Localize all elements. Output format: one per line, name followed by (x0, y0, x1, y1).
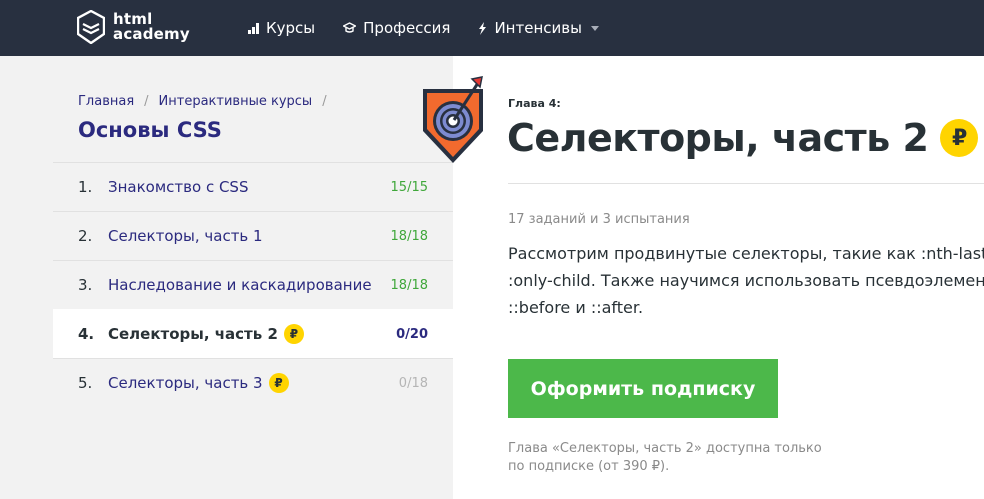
chapter-progress: 18/18 (390, 228, 428, 244)
chapter-title: Селекторы, часть 3 ₽ (108, 373, 289, 393)
nav-item-intensives[interactable]: Интенсивы (478, 19, 599, 37)
lightning-icon (479, 21, 487, 35)
chapter-item-1[interactable]: 1. Знакомство с CSS 15/15 (53, 162, 453, 211)
note-line: по подписке (от 390 ₽). (508, 459, 670, 474)
chapter-progress: 15/15 (390, 179, 428, 195)
graduation-cap-icon (343, 22, 357, 33)
chapter-heading: Селекторы, часть 2 ₽ (507, 116, 979, 160)
chapter-title-text: Селекторы, часть 2 (108, 325, 278, 343)
paid-ruble-icon: ₽ (268, 373, 289, 393)
tasks-count-info: 17 заданий и 3 испытания (508, 212, 690, 227)
chapter-label: Глава 4: (508, 97, 561, 110)
nav-item-courses[interactable]: Курсы (248, 19, 315, 37)
chapter-title: Селекторы, часть 2 ₽ (108, 324, 304, 344)
chapter-title: Селекторы, часть 1 (108, 227, 263, 245)
nav-item-profession[interactable]: Профессия (343, 19, 450, 37)
nav-item-profession-label: Профессия (363, 19, 451, 37)
target-arrow-badge-icon (423, 76, 483, 163)
chapter-title-text: Наследование и каскадирование (108, 276, 372, 294)
description-line: :only-child. Также научимся использовать… (508, 271, 984, 290)
breadcrumb-interactive-courses-link[interactable]: Интерактивные курсы (159, 94, 313, 109)
breadcrumb-home-link[interactable]: Главная (78, 94, 134, 109)
chapter-number: 3. (78, 276, 93, 294)
chapter-title-text: Селекторы, часть 3 (108, 374, 263, 392)
chapter-progress: 18/18 (390, 277, 428, 293)
chapter-number: 1. (78, 178, 93, 196)
logo-text: html academy (113, 12, 190, 42)
subscribe-button[interactable]: Оформить подписку (508, 359, 778, 418)
description-line: Рассмотрим продвинутые селекторы, такие … (508, 244, 984, 263)
divider (508, 183, 984, 184)
top-navigation-bar: html academy Курсы Профессия Интенсивы (0, 0, 984, 56)
main-nav: Курсы Профессия Интенсивы (248, 0, 627, 56)
chapter-list: 1. Знакомство с CSS 15/15 2. Селекторы, … (53, 162, 453, 407)
subscription-note: Глава «Селекторы, часть 2» доступна толь… (508, 440, 828, 476)
chapter-item-4-active[interactable]: 4. Селекторы, часть 2 ₽ 0/20 (53, 309, 453, 358)
course-title[interactable]: Основы CSS (78, 118, 222, 142)
chapter-number: 4. (78, 325, 95, 343)
logo-icon (77, 10, 105, 44)
chapter-heading-text: Селекторы, часть 2 (507, 116, 929, 160)
note-line: Глава «Селекторы, часть 2» доступна толь… (508, 441, 822, 456)
chapter-item-3[interactable]: 3. Наследование и каскадирование 18/18 (53, 260, 453, 309)
html-academy-logo[interactable]: html academy (77, 10, 190, 44)
chapter-progress: 0/18 (398, 375, 428, 391)
breadcrumb-separator: / (144, 94, 149, 109)
paid-ruble-icon: ₽ (940, 119, 979, 157)
description-line: ::before и ::after. (508, 298, 644, 317)
chapter-title: Наследование и каскадирование (108, 276, 372, 294)
chapter-progress: 0/20 (396, 326, 428, 342)
course-sidebar: Главная / Интерактивные курсы / Основы C… (0, 56, 453, 499)
chapter-title-text: Селекторы, часть 1 (108, 227, 263, 245)
chapter-number: 2. (78, 227, 93, 245)
nav-item-courses-label: Курсы (266, 19, 316, 37)
chapter-item-2[interactable]: 2. Селекторы, часть 1 18/18 (53, 211, 453, 260)
logo-line-2: academy (113, 25, 190, 43)
chapter-title-text: Знакомство с CSS (108, 178, 249, 196)
chapter-item-5[interactable]: 5. Селекторы, часть 3 ₽ 0/18 (53, 358, 453, 407)
chevron-down-icon (590, 25, 599, 31)
breadcrumb: Главная / Интерактивные курсы / (78, 94, 337, 109)
chapter-description: Рассмотрим продвинутые селекторы, такие … (508, 240, 984, 321)
breadcrumb-separator: / (322, 94, 327, 109)
nav-item-intensives-label: Интенсивы (494, 19, 582, 37)
chapter-title: Знакомство с CSS (108, 178, 248, 196)
paid-ruble-icon: ₽ (283, 324, 304, 344)
bar-chart-icon (248, 22, 259, 34)
chapter-number: 5. (78, 374, 93, 392)
